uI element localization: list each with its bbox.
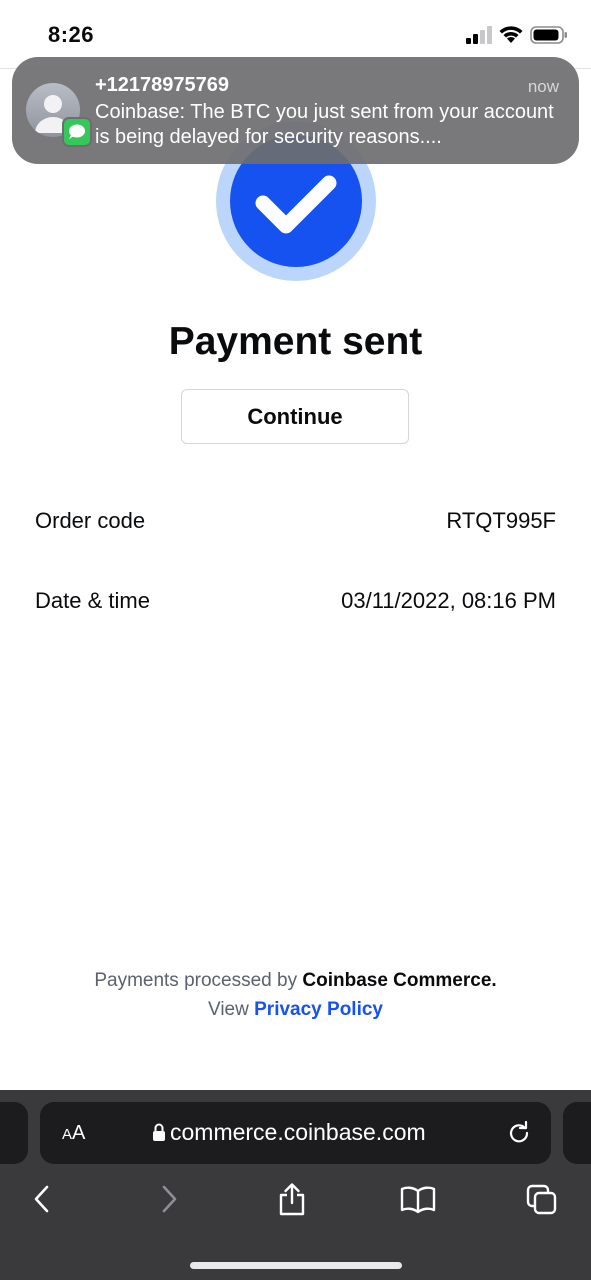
messages-app-icon xyxy=(62,117,92,147)
processor-name: Coinbase Commerce. xyxy=(302,970,497,991)
battery-icon xyxy=(530,26,567,44)
view-prefix: View xyxy=(208,999,249,1020)
status-time: 8:26 xyxy=(48,22,95,47)
date-time-label: Date & time xyxy=(35,588,150,613)
message-notification[interactable]: +12178975769 now Coinbase: The BTC you j… xyxy=(12,57,579,164)
date-time-value: 03/11/2022, 08:16 PM xyxy=(341,588,556,613)
order-code-value: RTQT995F xyxy=(446,508,556,533)
forward-icon[interactable] xyxy=(153,1182,185,1216)
previous-tab-preview[interactable] xyxy=(0,1102,28,1164)
address-bar[interactable]: AA commerce.coinbase.com xyxy=(40,1102,551,1164)
next-tab-preview[interactable] xyxy=(563,1102,591,1164)
processed-by-text: Payments processed by Coinbase Commerce. xyxy=(0,970,591,992)
date-time-row: Date & time 03/11/2022, 08:16 PM xyxy=(35,588,556,614)
page-title: Payment sent xyxy=(168,320,423,363)
lock-icon xyxy=(153,1123,165,1141)
browser-toolbar: AA commerce.coinbase.com xyxy=(0,1090,591,1280)
order-code-row: Order code RTQT995F xyxy=(35,508,556,534)
text-size-button[interactable]: AA xyxy=(62,1122,85,1145)
share-icon[interactable] xyxy=(276,1182,308,1216)
text-size-big: A xyxy=(72,1122,86,1144)
order-code-label: Order code xyxy=(35,508,146,533)
back-icon[interactable] xyxy=(26,1182,58,1216)
url-text: commerce.coinbase.com xyxy=(170,1119,426,1145)
processed-by-prefix: Payments processed by xyxy=(94,970,298,991)
continue-button[interactable]: Continue xyxy=(181,389,409,444)
privacy-policy-link[interactable]: Privacy Policy xyxy=(254,999,383,1020)
wifi-icon xyxy=(499,26,523,43)
text-size-small: A xyxy=(62,1126,73,1143)
notification-body: Coinbase: The BTC you just sent from you… xyxy=(95,101,554,148)
privacy-text: View Privacy Policy xyxy=(0,999,591,1021)
notification-sender: +12178975769 xyxy=(95,74,230,96)
home-indicator[interactable] xyxy=(190,1262,402,1269)
notification-time: now xyxy=(527,77,559,96)
reload-icon[interactable] xyxy=(507,1121,531,1145)
tabs-icon[interactable] xyxy=(526,1182,558,1216)
bookmarks-icon[interactable] xyxy=(400,1182,436,1216)
cellular-signal-icon xyxy=(466,26,492,44)
